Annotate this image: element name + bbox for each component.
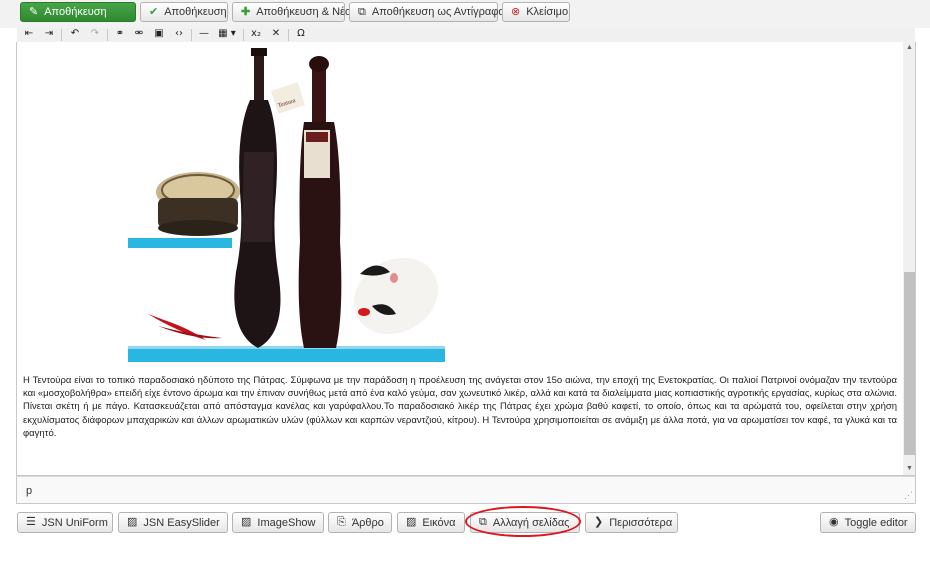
image-button[interactable]: ▨ Εικόνα: [397, 512, 465, 533]
toggle-editor-label: Toggle editor: [844, 516, 908, 529]
toggle-editor-button[interactable]: ◉ Toggle editor: [820, 512, 916, 533]
close-button-label: Κλείσιμο: [526, 6, 569, 18]
table-icon[interactable]: ▦ ▾: [214, 28, 240, 42]
resize-grip-icon[interactable]: ⋰: [904, 490, 913, 501]
toolbar-separator: [107, 29, 108, 41]
toolbar-separator: [288, 29, 289, 41]
image-icon[interactable]: ▣: [149, 28, 169, 42]
editor-content-area[interactable]: Tentura Η Τεντούρα είναι το τοπικό παραδ…: [16, 42, 916, 476]
more-label: Περισσότερα: [609, 516, 673, 529]
list-icon: ☰: [26, 516, 36, 528]
jsn-uniform-button[interactable]: ☰ JSN UniForm: [17, 512, 113, 533]
undo-icon[interactable]: ↶: [65, 28, 85, 42]
imageshow-button[interactable]: ▨ ImageShow: [232, 512, 324, 533]
save-close-button-label: Αποθήκευση: [164, 6, 227, 18]
remove-format-icon[interactable]: ✕: [266, 28, 286, 42]
editor-scrollbar[interactable]: ▲ ▼: [903, 42, 915, 475]
editor-toolbar: ⇤ ⇥ ↶ ↷ ⚭ ⚮ ▣ ‹› — ▦ ▾ x₂ ✕ Ω: [17, 28, 915, 43]
cancel-circle-icon: ⊗: [511, 5, 521, 18]
page-break-label: Αλλαγή σελίδας: [492, 516, 570, 529]
eye-icon: ◉: [829, 516, 839, 528]
plus-icon: ✚: [241, 5, 251, 18]
subscript-icon[interactable]: x₂: [246, 28, 266, 42]
jsn-easyslider-button[interactable]: ▨ JSN EasySlider: [118, 512, 228, 533]
indent-icon[interactable]: ⇥: [39, 28, 59, 42]
toolbar-separator: [243, 29, 244, 41]
page-break-button[interactable]: ⧉ Αλλαγή σελίδας: [470, 512, 580, 533]
code-icon[interactable]: ‹›: [169, 28, 189, 42]
scroll-up-arrow-icon[interactable]: ▲: [903, 42, 915, 54]
save-copy-button-label: Αποθήκευση ως Αντίγραφο: [371, 6, 505, 18]
edit-icon: ✎: [29, 5, 39, 18]
save-new-button[interactable]: ✚ Αποθήκευση & Νέο: [232, 2, 351, 22]
scroll-down-arrow-icon[interactable]: ▼: [903, 463, 915, 475]
article-button[interactable]: ⎘ Άρθρο: [328, 512, 392, 533]
link-icon[interactable]: ⚭: [110, 28, 130, 42]
picture-icon: ▨: [127, 516, 138, 528]
copy-icon: ⧉: [358, 5, 366, 18]
picture-icon: ▨: [406, 516, 417, 528]
outdent-icon[interactable]: ⇤: [19, 28, 39, 42]
chevron-down-icon: ❯: [594, 516, 604, 528]
jsn-uniform-label: JSN UniForm: [41, 516, 108, 529]
toolbar-separator: [191, 29, 192, 41]
save-button[interactable]: ✎ Αποθήκευση: [20, 2, 136, 22]
toolbar-separator: [61, 29, 62, 41]
element-path[interactable]: p: [26, 485, 32, 497]
save-new-button-label: Αποθήκευση & Νέο: [256, 6, 352, 18]
picture-icon: ▨: [241, 516, 252, 528]
scrollbar-thumb[interactable]: [904, 272, 915, 455]
save-close-button[interactable]: ✔ Αποθήκευση: [140, 2, 228, 22]
article-label: Άρθρο: [351, 516, 384, 529]
content-paragraph[interactable]: Η Τεντούρα είναι το τοπικό παραδοσιακό η…: [23, 374, 897, 440]
copy-icon: ⧉: [479, 516, 487, 528]
unlink-icon[interactable]: ⚮: [129, 28, 149, 42]
special-character-icon[interactable]: Ω: [291, 28, 311, 42]
save-button-label: Αποθήκευση: [44, 6, 107, 18]
check-icon: ✔: [149, 5, 159, 18]
save-copy-button[interactable]: ⧉ Αποθήκευση ως Αντίγραφο: [349, 2, 505, 22]
redo-icon[interactable]: ↷: [85, 28, 105, 42]
image-label: Εικόνα: [422, 516, 456, 529]
editor-statusbar: p ⋰: [16, 476, 916, 504]
horizontal-rule-icon[interactable]: —: [194, 28, 214, 42]
imageshow-label: ImageShow: [257, 516, 316, 529]
action-toolbar: ✎ Αποθήκευση ✔ Αποθήκευση ✚ Αποθήκευση &…: [0, 0, 930, 28]
file-add-icon: ⎘: [337, 516, 346, 528]
jsn-easyslider-label: JSN EasySlider: [143, 516, 220, 529]
content-image: Tentura: [128, 42, 445, 362]
more-button[interactable]: ❯ Περισσότερα: [585, 512, 678, 533]
close-button[interactable]: ⊗ Κλείσιμο: [502, 2, 570, 22]
